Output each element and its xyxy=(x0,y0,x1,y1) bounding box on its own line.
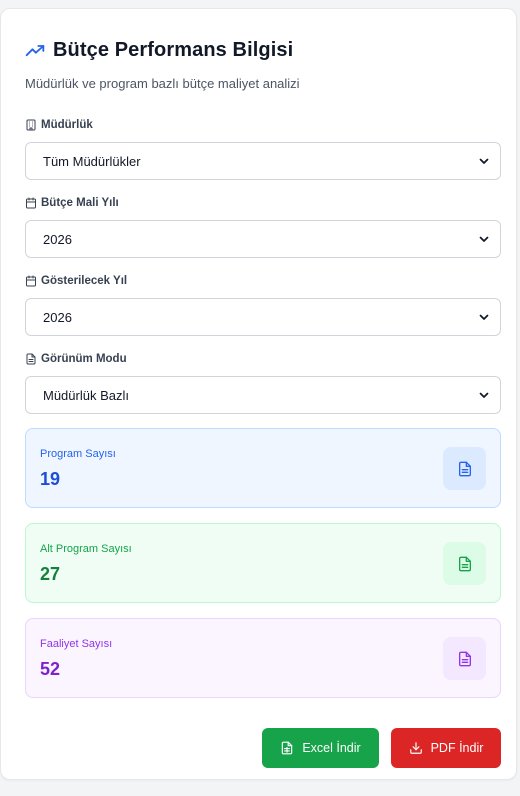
chevron-down-icon xyxy=(479,314,489,320)
chevron-down-icon xyxy=(479,392,489,398)
mudurluk-label: Müdürlük xyxy=(25,119,93,131)
stat-label: Alt Program Sayısı xyxy=(40,543,132,555)
gorunum-modu-label: Görünüm Modu xyxy=(25,353,127,365)
stat-label: Faaliyet Sayısı xyxy=(40,638,113,650)
building-icon xyxy=(26,119,36,131)
stat-card-faaliyet: Faaliyet Sayısı 52 xyxy=(25,618,501,698)
gosterilecek-yil-label-text: Gösterilecek Yıl xyxy=(41,275,128,287)
chevron-down-icon xyxy=(479,158,489,164)
gorunum-modu-select[interactable]: Müdürlük Bazlı xyxy=(25,376,501,414)
stat-value: 27 xyxy=(40,564,61,584)
document-icon xyxy=(458,556,471,571)
gosterilecek-yil-select-value: 2026 xyxy=(43,309,72,325)
header: Bütçe Performans Bilgisi xyxy=(25,39,293,62)
excel-download-label: Excel İndir xyxy=(302,741,361,755)
butce-mali-yili-select-value: 2026 xyxy=(43,231,72,247)
gosterilecek-yil-label: Gösterilecek Yıl xyxy=(25,275,127,287)
mudurluk-select[interactable]: Tüm Müdürlükler xyxy=(25,142,501,180)
gorunum-modu-label-text: Görünüm Modu xyxy=(41,353,127,365)
page-title: Bütçe Performans Bilgisi xyxy=(53,39,294,61)
mudurluk-select-value: Tüm Müdürlükler xyxy=(43,153,141,169)
calendar-icon xyxy=(26,197,36,209)
pdf-download-button[interactable]: PDF İndir xyxy=(391,728,501,768)
stat-card-alt-program: Alt Program Sayısı 27 xyxy=(25,523,501,603)
budget-performance-card: Bütçe Performans Bilgisi Müdürlük ve pro… xyxy=(0,8,517,780)
download-icon xyxy=(409,742,422,754)
stat-icon-box xyxy=(443,447,486,490)
butce-mali-yili-label: Bütçe Mali Yılı xyxy=(25,197,119,209)
document-icon xyxy=(458,651,471,666)
trending-up-icon xyxy=(25,44,45,56)
gorunum-modu-select-value: Müdürlük Bazlı xyxy=(43,387,129,403)
stat-value: 19 xyxy=(40,469,61,489)
stat-icon-box xyxy=(443,542,486,585)
document-icon xyxy=(458,461,471,476)
butce-mali-yili-label-text: Bütçe Mali Yılı xyxy=(41,197,119,209)
spreadsheet-icon xyxy=(282,741,293,755)
stat-card-program: Program Sayısı 19 xyxy=(25,428,501,508)
stat-icon-box xyxy=(443,637,486,680)
pdf-download-label: PDF İndir xyxy=(430,741,484,755)
stat-value: 52 xyxy=(40,659,61,679)
mudurluk-label-text: Müdürlük xyxy=(41,119,93,131)
stat-label: Program Sayısı xyxy=(40,448,116,460)
page-subtitle: Müdürlük ve program bazlı bütçe maliyet … xyxy=(25,76,300,91)
excel-download-button[interactable]: Excel İndir xyxy=(262,728,379,768)
gosterilecek-yil-select[interactable]: 2026 xyxy=(25,298,501,336)
calendar-icon xyxy=(26,275,36,287)
chevron-down-icon xyxy=(479,236,489,242)
document-icon xyxy=(26,353,36,365)
butce-mali-yili-select[interactable]: 2026 xyxy=(25,220,501,258)
